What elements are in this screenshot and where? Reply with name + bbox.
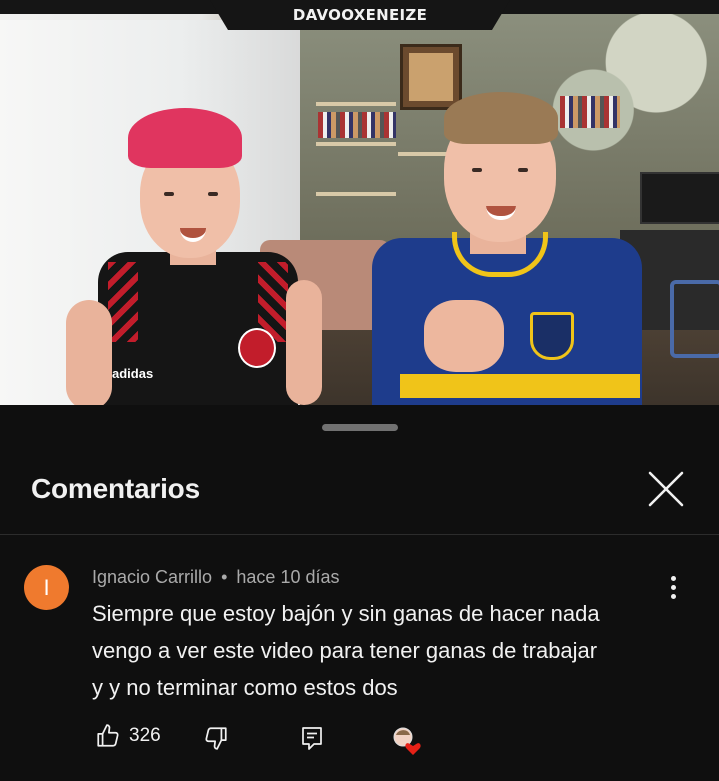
pink-hair	[128, 108, 242, 168]
comment-text: Siempre que estoy bajón y sin ganas de h…	[92, 595, 692, 706]
monitor	[640, 172, 719, 224]
comment-author[interactable]: Ignacio Carrillo	[92, 567, 212, 587]
eye	[518, 168, 528, 172]
eye	[472, 168, 482, 172]
comments-sheet: Comentarios I Ignacio Carrillo • hace 10…	[0, 405, 719, 781]
thumbs-down-icon	[205, 727, 227, 750]
comment-line: y y no terminar como estos dos	[92, 675, 398, 700]
banner-edge	[490, 0, 719, 14]
eye	[208, 192, 218, 196]
shelf	[316, 192, 396, 196]
shelf	[398, 152, 448, 156]
shelf	[316, 142, 396, 146]
jersey-sponsor-text: adidas	[112, 366, 154, 381]
like-count: 326	[129, 725, 161, 746]
club-badge	[238, 328, 276, 368]
black-jersey	[98, 252, 298, 405]
jersey-stripe	[400, 374, 640, 398]
like-button[interactable]: 326	[95, 723, 161, 749]
close-icon[interactable]	[643, 466, 689, 512]
avatar[interactable]: I	[24, 565, 69, 610]
arm	[286, 280, 322, 405]
bookshelf-books	[318, 112, 396, 138]
video-player[interactable]: adidas DAVOOXENEIZE	[0, 0, 719, 405]
channel-name: DAVOOXENEIZE	[292, 6, 428, 24]
drag-handle[interactable]	[322, 424, 398, 431]
meta-separator: •	[221, 567, 228, 587]
shelf	[316, 102, 396, 106]
avatar-initial: I	[43, 574, 50, 600]
cork-board	[400, 44, 462, 110]
channel-banner: DAVOOXENEIZE	[210, 0, 510, 30]
comment-meta: Ignacio Carrillo • hace 10 días	[92, 567, 339, 588]
clasped-hands	[424, 300, 504, 372]
divider	[0, 534, 719, 535]
arm	[66, 300, 112, 405]
dislike-button[interactable]	[203, 725, 229, 751]
comment-line: vengo a ver este video para tener ganas …	[92, 638, 598, 663]
club-crest	[530, 312, 574, 360]
banner-edge	[0, 0, 230, 14]
creator-heart-icon	[392, 726, 422, 756]
eye	[164, 192, 174, 196]
comment-actions: 326	[0, 723, 719, 763]
comment-time: hace 10 días	[236, 567, 340, 587]
comment-line: Siempre que estoy bajón y sin ganas de h…	[92, 601, 600, 626]
comments-title: Comentarios	[31, 473, 200, 504]
brown-hair	[444, 92, 558, 144]
reply-comment-icon	[302, 727, 322, 750]
chair	[670, 280, 719, 358]
thumbs-up-icon	[97, 724, 119, 747]
reply-button[interactable]	[300, 725, 324, 751]
bookshelf-books	[560, 96, 620, 128]
